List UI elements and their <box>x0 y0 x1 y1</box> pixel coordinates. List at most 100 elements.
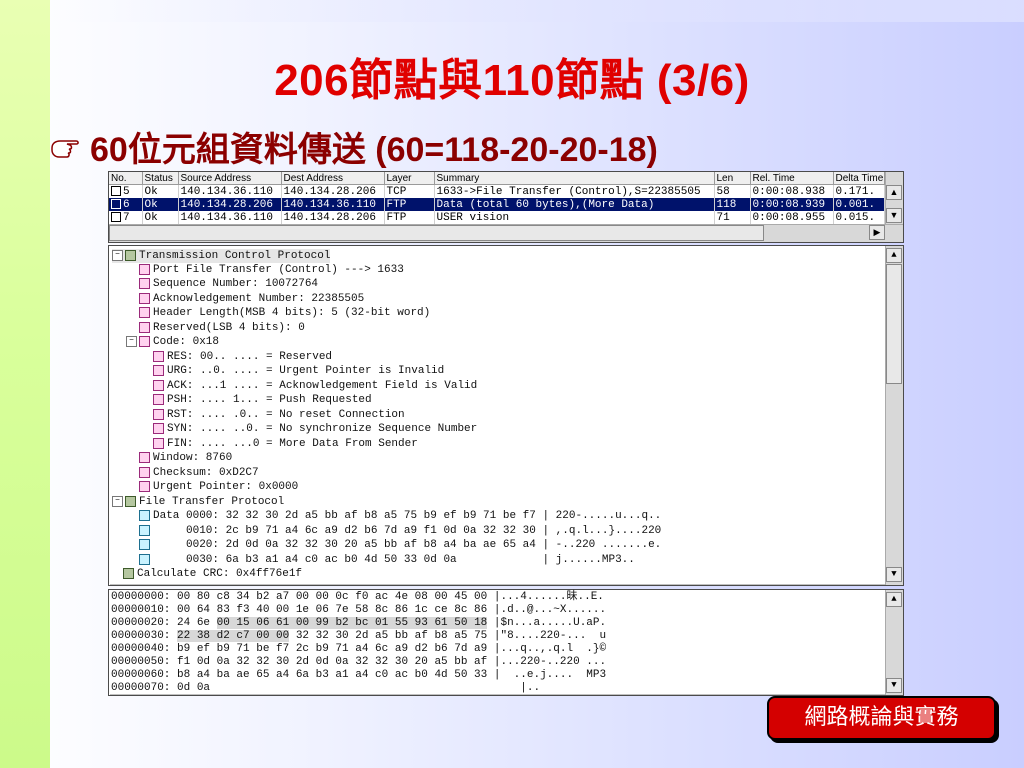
packet-status: Ok <box>142 198 179 211</box>
scroll-down-arrow-icon[interactable]: ▼ <box>886 208 902 223</box>
packet-summary: USER vision <box>434 211 715 224</box>
tree-label: Calculate CRC: 0x4ff76e1f <box>137 568 303 580</box>
scroll-up-arrow-icon[interactable]: ▲ <box>886 185 902 200</box>
hex-line[interactable]: 00000030: 22 38 d2 c7 00 00 32 32 30 2d … <box>111 630 606 643</box>
tree-node[interactable]: URG: ..0. .... = Urgent Pointer is Inval… <box>153 364 444 378</box>
field-icon <box>139 321 150 333</box>
field-icon <box>139 335 150 347</box>
scroll-up-arrow-icon[interactable]: ▲ <box>886 248 902 263</box>
tree-node-data[interactable]: 0020: 2d 0d 0a 32 32 30 20 a5 bb af b8 a… <box>139 538 661 552</box>
hex-dump-window: 00000000: 00 80 c8 34 b2 a7 00 00 0c f0 … <box>108 589 904 696</box>
packet-row[interactable]: 5 Ok 140.134.36.110 140.134.28.206 TCP 1… <box>109 184 885 198</box>
tree-node[interactable]: ACK: ...1 .... = Acknowledgement Field i… <box>153 379 477 393</box>
packet-src: 140.134.28.206 <box>178 198 282 211</box>
col-header-source[interactable]: Source Address <box>178 172 282 185</box>
hex-dump-vscrollbar[interactable]: ▲ ▼ <box>885 590 903 695</box>
packet-row[interactable]: 7 Ok 140.134.36.110 140.134.28.206 FTP U… <box>109 211 885 224</box>
packet-rel-time: 0:00:08.938 <box>750 184 834 198</box>
decode-tree-vscrollbar[interactable]: ▲ ▼ <box>885 246 903 585</box>
tree-node-crc[interactable]: Calculate CRC: 0x4ff76e1f <box>112 567 302 581</box>
packet-list-hscrollbar[interactable]: ▶ <box>109 224 903 242</box>
packet-list-vscrollbar[interactable]: ▲ ▼ <box>885 172 903 225</box>
tree-node-data[interactable]: 0030: 6a b3 a1 a4 c0 ac b0 4d 50 33 0d 0… <box>139 553 635 567</box>
packet-dst: 140.134.36.110 <box>281 198 385 211</box>
tree-node[interactable]: RST: .... .0.. = No reset Connection <box>153 408 405 422</box>
col-header-no[interactable]: No. <box>109 172 143 185</box>
tree-label: ACK: ...1 .... = Acknowledgement Field i… <box>167 380 478 392</box>
tree-node-tcp[interactable]: − Transmission Control Protocol <box>112 249 331 263</box>
tree-label: Reserved(LSB 4 bits): 0 <box>153 322 305 334</box>
tree-label: 0020: 2d 0d 0a 32 32 30 20 a5 bb af b8 a… <box>153 539 662 551</box>
tree-label: Code: 0x18 <box>153 336 220 348</box>
packet-len: 118 <box>714 198 751 211</box>
hex-line[interactable]: 00000060: b8 a4 ba ae 65 a4 6a b3 a1 a4 … <box>111 669 606 682</box>
hex-line[interactable]: 00000040: b9 ef b9 71 be f7 2c b9 71 a4 … <box>111 643 606 656</box>
tree-node[interactable]: SYN: .... ..0. = No synchronize Sequence… <box>153 422 477 436</box>
row-checkbox[interactable] <box>111 185 121 196</box>
packet-len: 58 <box>714 184 751 198</box>
scroll-down-arrow-icon[interactable]: ▼ <box>886 678 902 693</box>
packet-dst: 140.134.28.206 <box>281 184 385 198</box>
col-header-delta-time[interactable]: Delta Time <box>833 172 885 185</box>
scroll-down-arrow-icon[interactable]: ▼ <box>886 567 902 582</box>
tree-node[interactable]: Reserved(LSB 4 bits): 0 <box>139 321 305 335</box>
packet-no-value: 5 <box>123 185 130 198</box>
hex-line[interactable]: 00000020: 24 6e 00 15 06 61 00 99 b2 bc … <box>111 617 606 630</box>
tree-node-ftp[interactable]: − File Transfer Protocol <box>112 495 284 509</box>
hex-line[interactable]: 00000070: 0d 0a |.. <box>111 682 540 695</box>
field-icon <box>139 263 150 275</box>
tree-label: RST: .... .0.. = No reset Connection <box>167 409 405 421</box>
packet-rel-time: 0:00:08.939 <box>750 198 834 211</box>
slide-title: 206節點與110節點 (3/6) <box>274 56 750 105</box>
collapse-icon[interactable]: − <box>112 495 123 507</box>
tree-node[interactable]: Sequence Number: 10072764 <box>139 277 318 291</box>
col-header-summary[interactable]: Summary <box>434 172 715 185</box>
tree-node-code[interactable]: − Code: 0x18 <box>126 335 219 349</box>
field-icon <box>139 451 150 463</box>
collapse-icon[interactable]: − <box>126 335 137 347</box>
vscroll-thumb[interactable] <box>886 264 902 384</box>
field-icon <box>153 379 164 391</box>
field-icon <box>153 408 164 420</box>
col-header-len[interactable]: Len <box>714 172 751 185</box>
col-header-status[interactable]: Status <box>142 172 179 185</box>
tree-node[interactable]: Window: 8760 <box>139 451 232 465</box>
data-icon <box>139 538 150 550</box>
packet-layer: FTP <box>384 198 435 211</box>
hscroll-thumb[interactable] <box>109 225 764 241</box>
bullet-text: 60位元組資料傳送 (60=118-20-20-18) <box>90 131 658 169</box>
tree-label: Window: 8760 <box>153 452 233 464</box>
scroll-right-arrow-icon[interactable]: ▶ <box>869 225 885 240</box>
tree-node[interactable]: Port File Transfer (Control) ---> 1633 <box>139 263 404 277</box>
tree-label: Checksum: 0xD2C7 <box>153 467 259 479</box>
tree-node[interactable]: FIN: .... ...0 = More Data From Sender <box>153 437 418 451</box>
row-checkbox[interactable] <box>111 198 121 209</box>
hex-line[interactable]: 00000010: 00 64 83 f3 40 00 1e 06 7e 58 … <box>111 604 606 617</box>
data-icon <box>139 553 150 565</box>
scroll-up-arrow-icon[interactable]: ▲ <box>886 592 902 607</box>
tree-node[interactable]: PSH: .... 1... = Push Requested <box>153 393 372 407</box>
row-checkbox[interactable] <box>111 211 121 222</box>
hex-line[interactable]: 00000000: 00 80 c8 34 b2 a7 00 00 0c f0 … <box>111 591 604 604</box>
tree-node[interactable]: RES: 00.. .... = Reserved <box>153 350 332 364</box>
packet-delta-time: 0.001. <box>833 198 885 211</box>
tree-node-data[interactable]: Data 0000: 32 32 30 2d a5 bb af b8 a5 75… <box>139 509 661 523</box>
packet-row-selected[interactable]: 6 Ok 140.134.28.206 140.134.36.110 FTP D… <box>109 198 885 211</box>
field-icon <box>139 277 150 289</box>
hex-line[interactable]: 00000050: f1 0d 0a 32 32 30 2d 0d 0a 32 … <box>111 656 606 669</box>
packet-table-header: No. Status Source Address Dest Address L… <box>109 172 885 185</box>
col-header-dest[interactable]: Dest Address <box>281 172 385 185</box>
tree-node[interactable]: Urgent Pointer: 0x0000 <box>139 480 298 494</box>
col-header-layer[interactable]: Layer <box>384 172 435 185</box>
col-header-rel-time[interactable]: Rel. Time <box>750 172 834 185</box>
tree-node[interactable]: Checksum: 0xD2C7 <box>139 466 259 480</box>
packet-rel-time: 0:00:08.955 <box>750 211 834 224</box>
packet-delta-time: 0.015. <box>833 211 885 224</box>
packet-no: 6 <box>109 198 143 211</box>
collapse-icon[interactable]: − <box>112 249 123 261</box>
protocol-icon <box>125 249 136 261</box>
packet-layer: FTP <box>384 211 435 224</box>
tree-node[interactable]: Header Length(MSB 4 bits): 5 (32-bit wor… <box>139 306 430 320</box>
tree-node-data[interactable]: 0010: 2c b9 71 a4 6c a9 d2 b6 7d a9 f1 0… <box>139 524 661 538</box>
tree-node[interactable]: Acknowledgement Number: 22385505 <box>139 292 364 306</box>
